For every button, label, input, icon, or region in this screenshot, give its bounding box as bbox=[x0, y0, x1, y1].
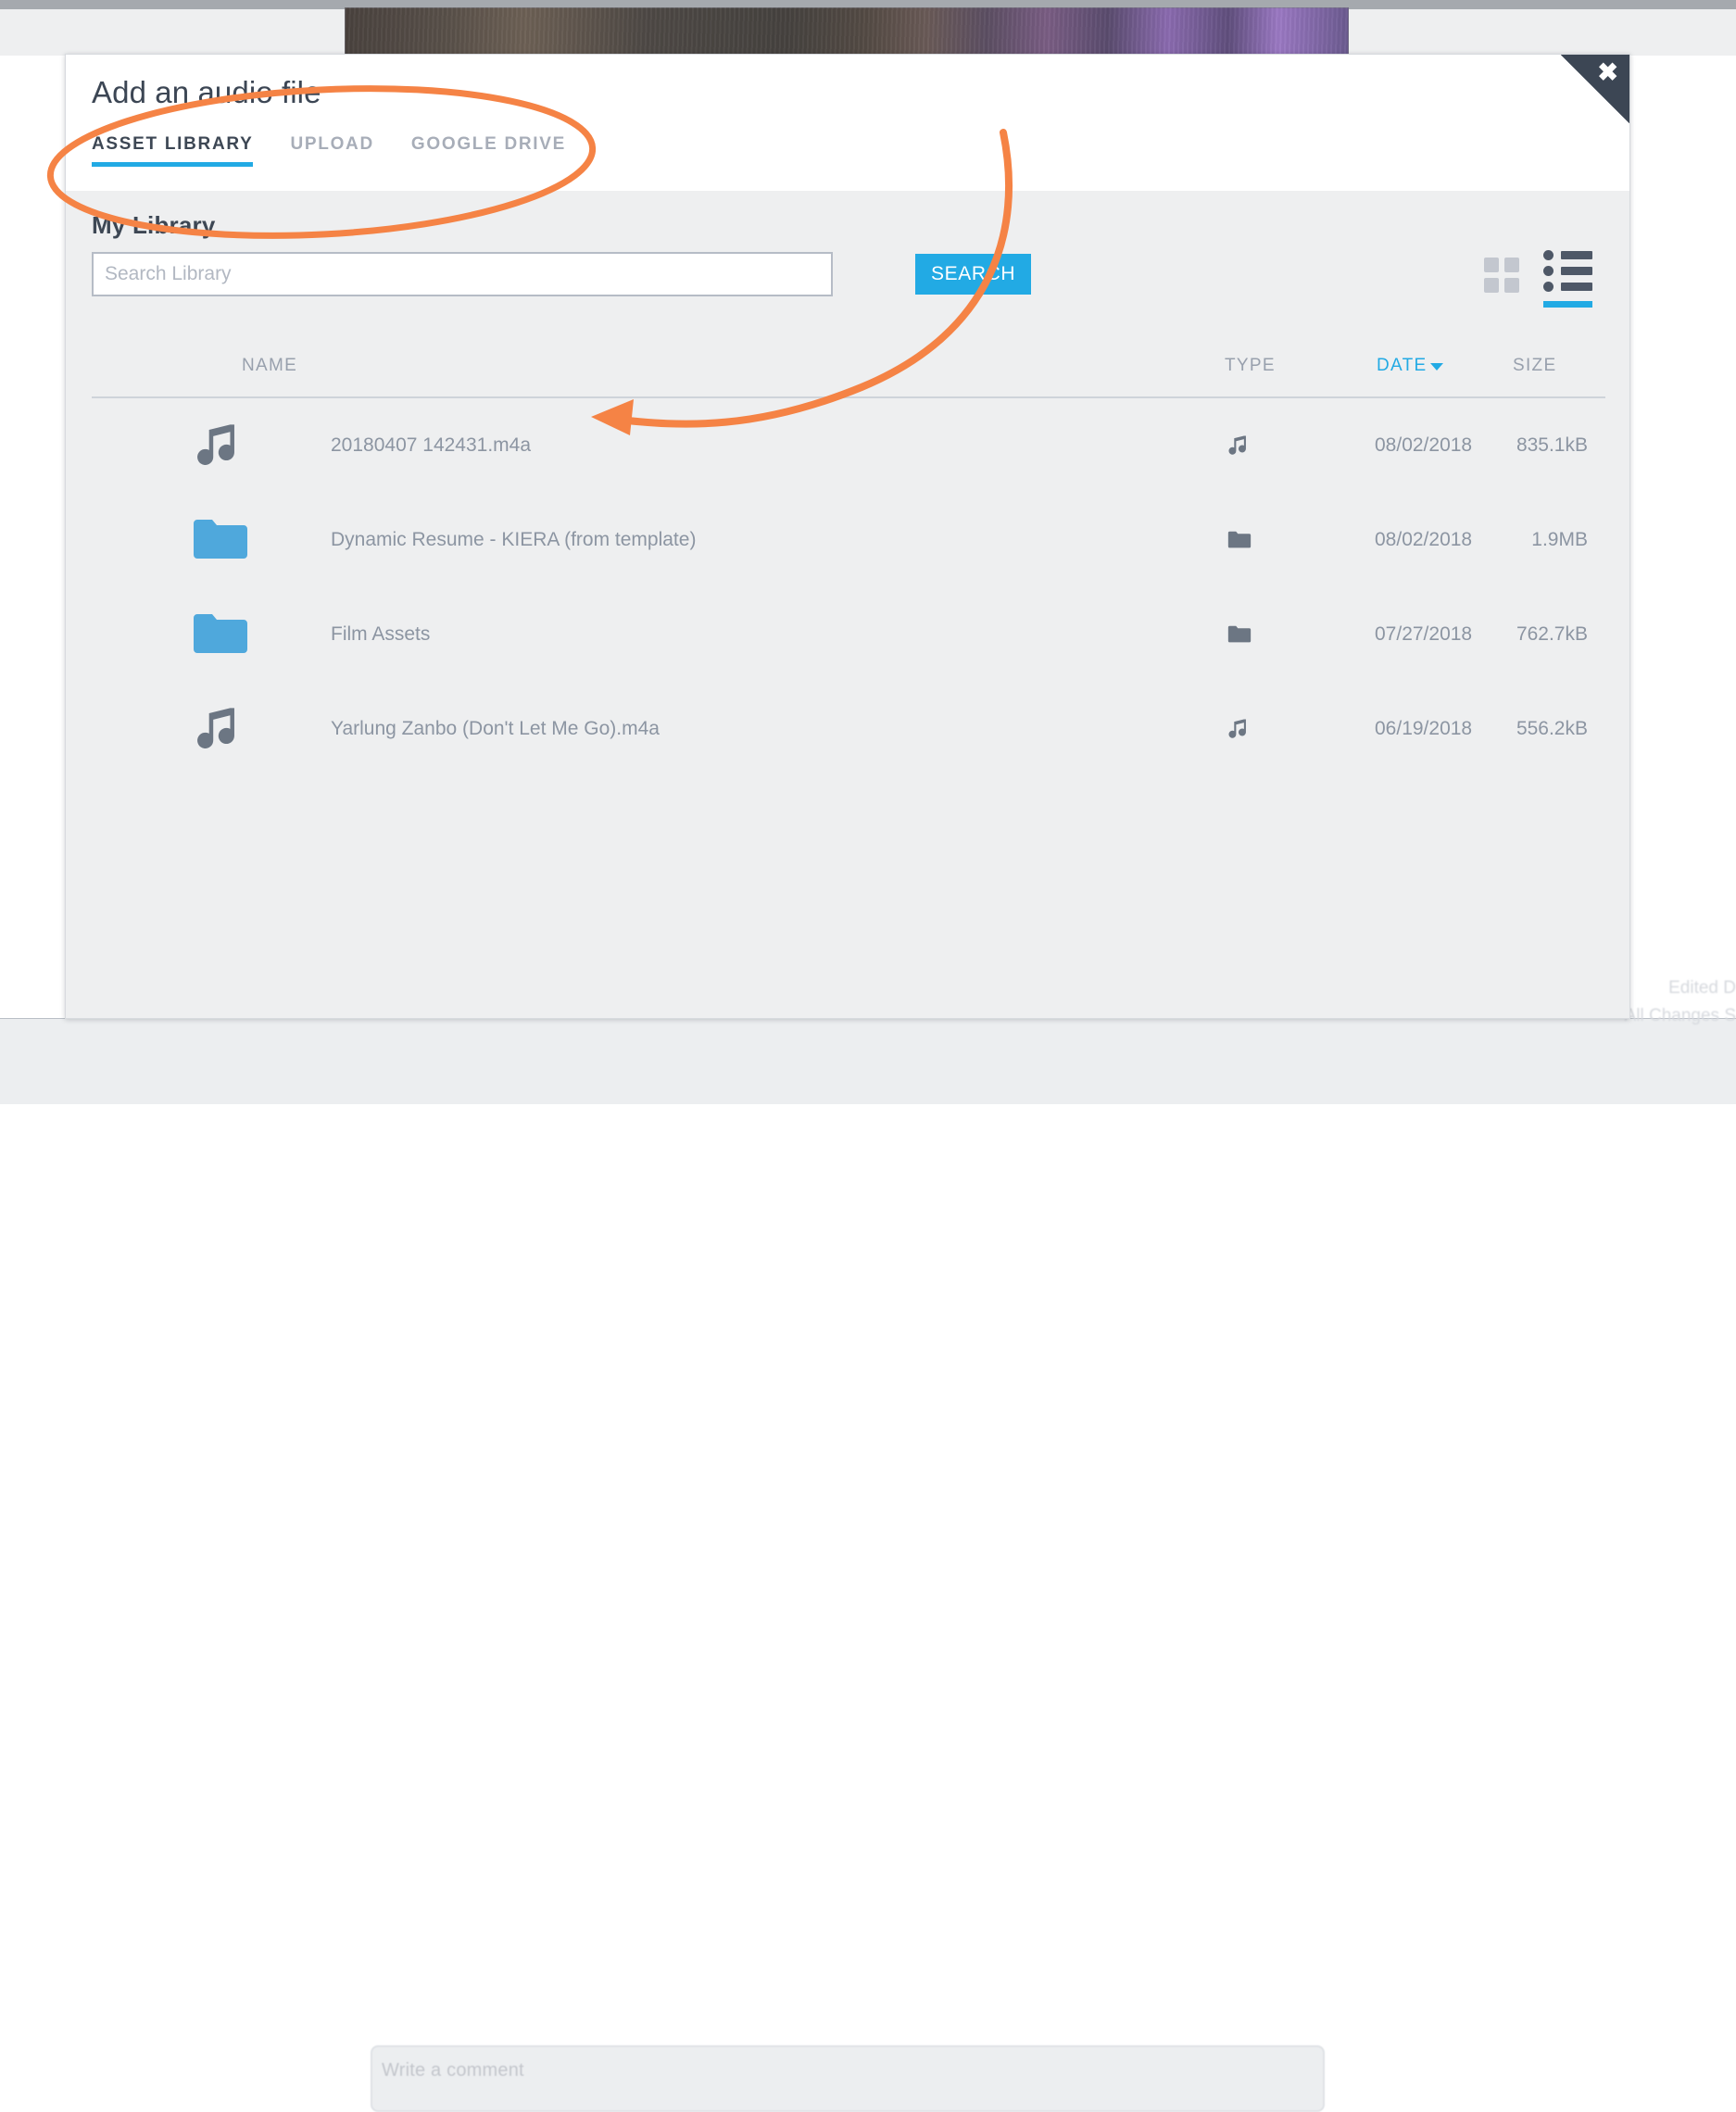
save-status: Edited D All Changes S bbox=[1625, 974, 1736, 1030]
file-name: Dynamic Resume - KIERA (from template) bbox=[331, 529, 697, 550]
column-header-name[interactable]: NAME bbox=[242, 356, 297, 376]
save-status-line-2: All Changes S bbox=[1624, 1006, 1736, 1025]
modal-header: Add an audio file ASSET LIBRARY UPLOAD G… bbox=[66, 55, 1629, 191]
file-size: 556.2kB bbox=[1516, 718, 1588, 739]
section-title: My Library bbox=[92, 211, 216, 239]
list-line bbox=[1561, 267, 1592, 275]
file-date: 08/02/2018 bbox=[1375, 434, 1473, 456]
list-row bbox=[1543, 282, 1592, 292]
folder-icon bbox=[192, 606, 249, 663]
close-icon: ✖ bbox=[1597, 58, 1618, 86]
search-input[interactable] bbox=[92, 252, 833, 296]
grid-cell bbox=[1504, 278, 1519, 293]
tab-google-drive[interactable]: GOOGLE DRIVE bbox=[411, 134, 566, 167]
row-overflow-menu-icon[interactable] bbox=[1629, 522, 1630, 559]
table-row[interactable]: Dynamic Resume - KIERA (from template) 0… bbox=[92, 493, 1605, 587]
type-music-note-icon bbox=[1223, 432, 1256, 459]
comment-input[interactable]: Write a comment bbox=[371, 2045, 1325, 2112]
row-overflow-menu-icon[interactable] bbox=[1629, 427, 1630, 464]
table-header: NAME TYPE DATE SIZE bbox=[92, 356, 1605, 398]
list-bullet bbox=[1543, 282, 1554, 292]
list-line bbox=[1561, 251, 1592, 259]
file-date: 06/19/2018 bbox=[1375, 718, 1473, 739]
column-header-size[interactable]: SIZE bbox=[1513, 356, 1556, 376]
save-status-line-1: Edited D bbox=[1668, 978, 1736, 998]
grid-cell bbox=[1484, 258, 1499, 272]
table-row[interactable]: Yarlung Zanbo (Don't Let Me Go).m4a 06/1… bbox=[92, 682, 1605, 776]
list-view-icon[interactable] bbox=[1543, 250, 1592, 308]
list-line bbox=[1561, 283, 1592, 291]
modal-body: My Library SEARCH bbox=[66, 191, 1629, 1018]
grid-view-icon[interactable] bbox=[1484, 258, 1519, 293]
sort-descending-caret-icon bbox=[1430, 362, 1444, 371]
file-list: 20180407 142431.m4a 08/02/2018 835.1kB D… bbox=[92, 398, 1605, 776]
grid-cell bbox=[1504, 258, 1519, 272]
grid-cell bbox=[1484, 278, 1499, 293]
comment-bar: Write a comment bbox=[0, 1019, 1736, 2112]
list-bullet bbox=[1543, 266, 1554, 276]
list-row bbox=[1543, 266, 1592, 276]
add-audio-file-modal: Add an audio file ASSET LIBRARY UPLOAD G… bbox=[65, 54, 1630, 1019]
close-button[interactable]: ✖ bbox=[1561, 55, 1629, 123]
file-size: 762.7kB bbox=[1516, 623, 1588, 645]
file-date: 08/02/2018 bbox=[1375, 529, 1473, 550]
row-overflow-menu-icon[interactable] bbox=[1629, 616, 1630, 653]
file-name: Film Assets bbox=[331, 623, 431, 645]
file-size: 1.9MB bbox=[1531, 529, 1588, 550]
row-overflow-menu-icon[interactable] bbox=[1629, 710, 1630, 748]
file-size: 835.1kB bbox=[1516, 434, 1588, 456]
comment-placeholder-text: Write a comment bbox=[382, 2060, 524, 2081]
list-row bbox=[1543, 250, 1592, 260]
music-note-icon bbox=[192, 700, 249, 758]
modal-title: Add an audio file bbox=[92, 75, 321, 109]
music-note-icon bbox=[192, 417, 249, 474]
list-bullet bbox=[1543, 250, 1554, 260]
modal-tabs: ASSET LIBRARY UPLOAD GOOGLE DRIVE bbox=[92, 134, 603, 167]
column-header-date[interactable]: DATE bbox=[1377, 356, 1444, 376]
table-row[interactable]: 20180407 142431.m4a 08/02/2018 835.1kB bbox=[92, 398, 1605, 493]
folder-icon bbox=[192, 511, 249, 569]
file-date: 07/27/2018 bbox=[1375, 623, 1473, 645]
type-folder-icon bbox=[1223, 621, 1256, 648]
search-button[interactable]: SEARCH bbox=[915, 254, 1032, 295]
type-music-note-icon bbox=[1223, 715, 1256, 743]
column-header-type[interactable]: TYPE bbox=[1225, 356, 1276, 376]
file-name: Yarlung Zanbo (Don't Let Me Go).m4a bbox=[331, 718, 660, 739]
view-mode-toggles bbox=[1484, 250, 1592, 308]
video-preview-thumbnail bbox=[345, 7, 1349, 56]
table-row[interactable]: Film Assets 07/27/2018 762.7kB bbox=[92, 587, 1605, 682]
tab-upload[interactable]: UPLOAD bbox=[290, 134, 373, 167]
tab-asset-library[interactable]: ASSET LIBRARY bbox=[92, 134, 254, 167]
file-name: 20180407 142431.m4a bbox=[331, 434, 532, 456]
type-folder-icon bbox=[1223, 526, 1256, 554]
